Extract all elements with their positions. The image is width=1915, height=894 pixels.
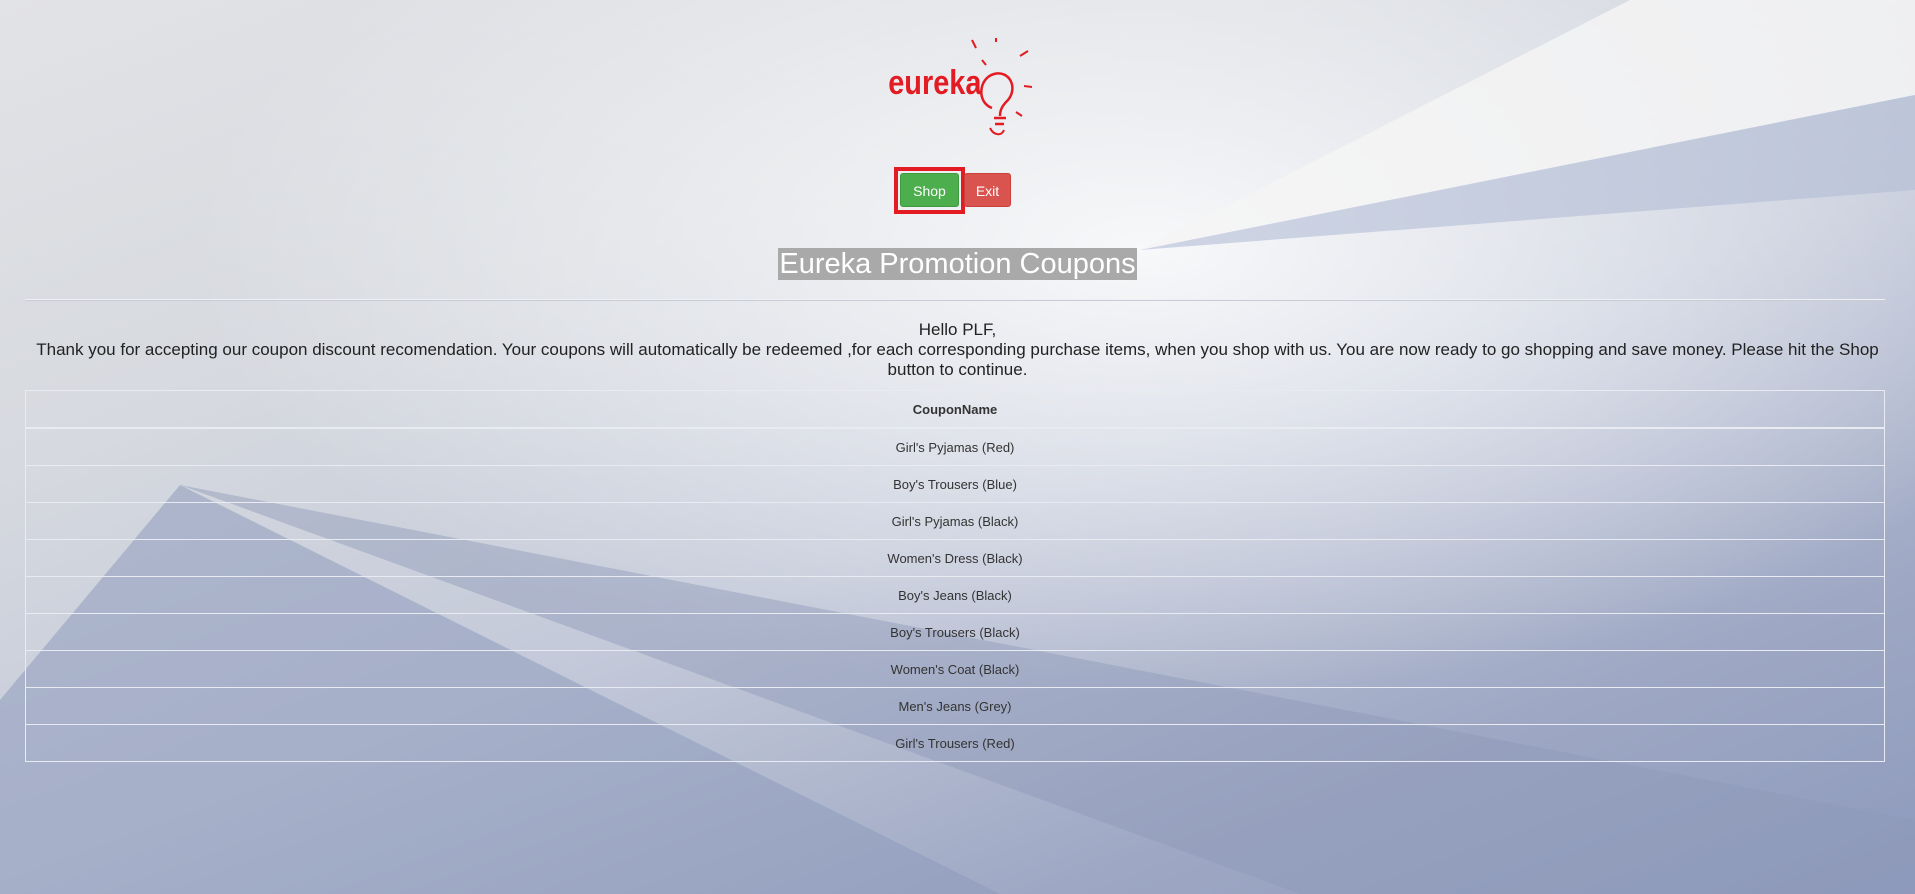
coupon-cell: Girl's Pyjamas (Red) bbox=[25, 427, 1885, 466]
shop-button[interactable]: Shop bbox=[900, 173, 959, 207]
page-title: Eureka Promotion Coupons bbox=[0, 246, 1915, 282]
table-row: Girl's Trousers (Red) bbox=[25, 724, 1885, 762]
action-button-group: Shop Exit bbox=[0, 167, 1915, 215]
coupon-cell: Boy's Trousers (Black) bbox=[25, 613, 1885, 651]
coupon-cell: Girl's Trousers (Red) bbox=[25, 724, 1885, 762]
table-row: Boy's Trousers (Black) bbox=[25, 613, 1885, 651]
page-content: eureka Shop Exit Eureka Promotion Coupon… bbox=[0, 0, 1915, 894]
table-row: Girl's Pyjamas (Red) bbox=[25, 427, 1885, 466]
table-row: Boy's Jeans (Black) bbox=[25, 576, 1885, 614]
divider bbox=[25, 299, 1885, 301]
coupon-cell: Boy's Trousers (Blue) bbox=[25, 465, 1885, 503]
table-row: Women's Dress (Black) bbox=[25, 539, 1885, 577]
coupon-cell: Boy's Jeans (Black) bbox=[25, 576, 1885, 614]
page-title-text: Eureka Promotion Coupons bbox=[778, 248, 1137, 280]
table-row: Girl's Pyjamas (Black) bbox=[25, 502, 1885, 540]
coupon-cell: Women's Dress (Black) bbox=[25, 539, 1885, 577]
table-row: Women's Coat (Black) bbox=[25, 650, 1885, 688]
column-header-couponname: CouponName bbox=[25, 390, 1885, 429]
coupon-cell: Men's Jeans (Grey) bbox=[25, 687, 1885, 725]
exit-button[interactable]: Exit bbox=[964, 173, 1011, 207]
table-header-row: CouponName bbox=[25, 390, 1885, 429]
coupon-cell: Girl's Pyjamas (Black) bbox=[25, 502, 1885, 540]
coupon-cell: Women's Coat (Black) bbox=[25, 650, 1885, 688]
lightbulb-logo-icon: eureka bbox=[888, 38, 1033, 136]
instruction-message: Thank you for accepting our coupon disco… bbox=[36, 340, 1879, 379]
logo-wordmark: eureka bbox=[888, 63, 982, 102]
coupons-table: CouponName Girl's Pyjamas (Red) Boy's Tr… bbox=[25, 390, 1885, 762]
table-row: Men's Jeans (Grey) bbox=[25, 687, 1885, 725]
greeting-text: Hello PLF, bbox=[918, 320, 997, 339]
table-row: Boy's Trousers (Blue) bbox=[25, 465, 1885, 503]
